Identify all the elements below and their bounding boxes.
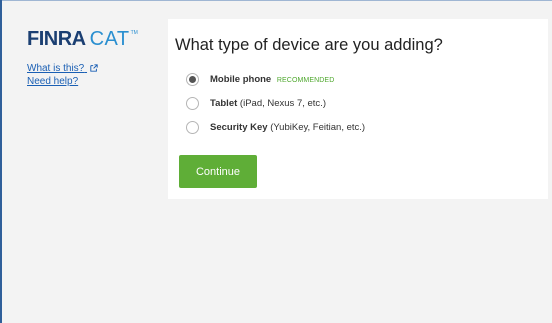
option-security-key[interactable]: Security Key (YubiKey, Feitian, etc.) — [186, 120, 365, 135]
option-security-key-label: Security Key — [210, 122, 268, 133]
need-help-link[interactable]: Need help? — [27, 75, 157, 88]
logo-cat-text: CAT — [89, 28, 130, 50]
option-mobile-phone[interactable]: Mobile phone RECOMMENDED — [186, 72, 334, 87]
what-is-this-link[interactable]: What is this? — [27, 62, 157, 75]
option-mobile-phone-label: Mobile phone — [210, 74, 272, 85]
option-mobile-phone-text: Mobile phone RECOMMENDED — [210, 74, 334, 85]
option-tablet-text: Tablet (iPad, Nexus 7, etc.) — [210, 98, 326, 109]
option-tablet-detail: (iPad, Nexus 7, etc.) — [237, 98, 326, 109]
logo-trademark: TM — [130, 30, 138, 36]
device-type-card: What type of device are you adding? Mobi… — [168, 19, 548, 199]
option-tablet-label: Tablet — [210, 98, 238, 109]
continue-button[interactable]: Continue — [179, 155, 257, 188]
page-title: What type of device are you adding? — [175, 36, 443, 54]
radio-security-key[interactable] — [186, 121, 199, 134]
window-left-border — [0, 0, 2, 323]
recommended-badge: RECOMMENDED — [276, 77, 335, 84]
logo-finra-text: FINRA — [27, 28, 86, 50]
option-tablet[interactable]: Tablet (iPad, Nexus 7, etc.) — [186, 96, 326, 111]
external-link-icon — [90, 64, 98, 72]
option-security-key-text: Security Key (YubiKey, Feitian, etc.) — [210, 122, 365, 133]
radio-tablet[interactable] — [186, 97, 199, 110]
finra-cat-logo: FINRA CAT TM — [27, 29, 157, 51]
radio-mobile-phone[interactable] — [186, 73, 199, 86]
what-is-this-label: What is this? — [27, 63, 85, 74]
sidebar: FINRA CAT TM What is this? Need help? — [27, 29, 157, 88]
window-top-border — [0, 0, 552, 1]
option-security-key-detail: (YubiKey, Feitian, etc.) — [267, 122, 366, 133]
